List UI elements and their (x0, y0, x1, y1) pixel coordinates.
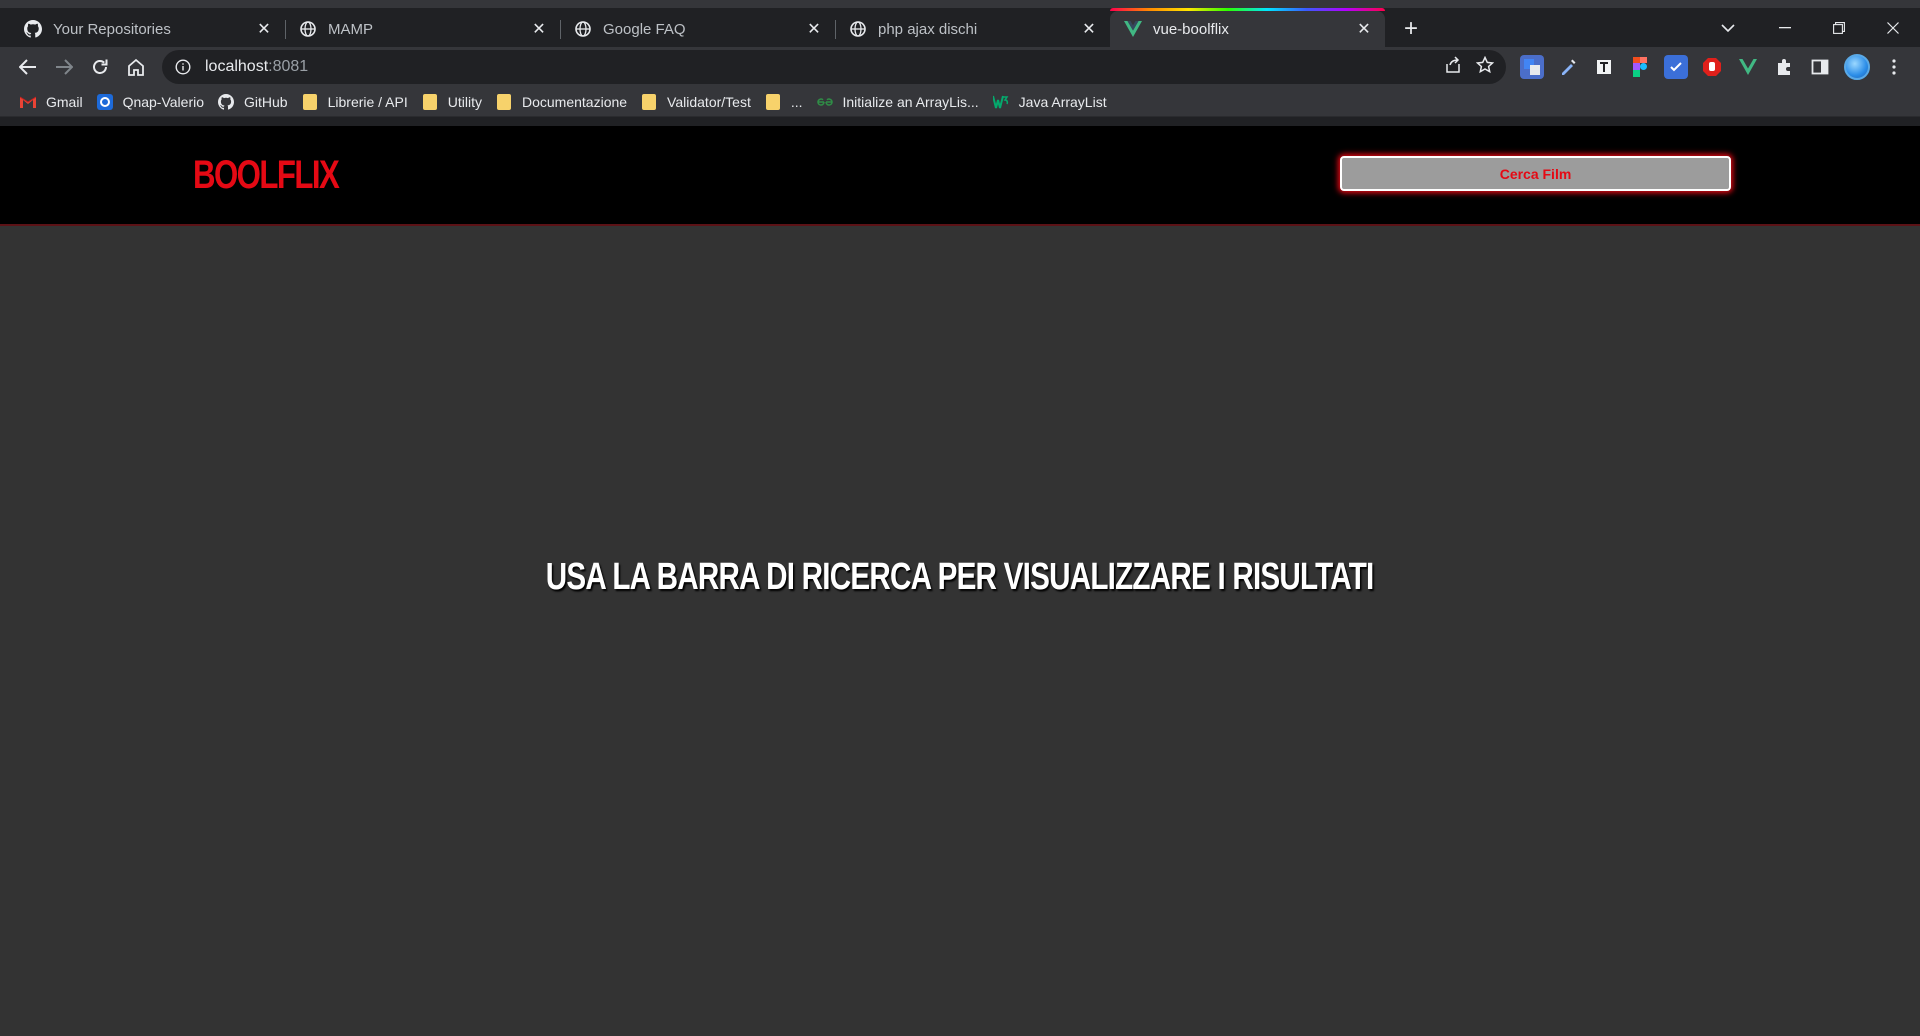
bookmark-folder-more[interactable]: ... (759, 89, 811, 115)
bookmark-label: Qnap-Valerio (122, 93, 205, 110)
bookmark-folder-documentazione[interactable]: Documentazione (490, 89, 635, 115)
bookmark-folder-utility[interactable]: Utility (416, 89, 490, 115)
github-icon (218, 93, 235, 110)
w3schools-icon (992, 94, 1009, 110)
tab-title: vue-boolflix (1153, 20, 1229, 38)
bookmark-label: Java ArrayList (1018, 93, 1107, 110)
globe-icon (299, 20, 317, 38)
bookmark-qnap[interactable]: Qnap-Valerio (91, 89, 212, 115)
search-input[interactable] (1342, 158, 1729, 189)
tab-title: Your Repositories (53, 20, 171, 38)
vue-devtools-icon[interactable] (1736, 55, 1760, 79)
browser-toolbar: localhost:8081 (0, 47, 1920, 87)
bookmark-label: ... (790, 93, 803, 110)
folder-icon (765, 93, 781, 110)
folder-icon (302, 93, 318, 110)
bookmark-label: Utility (447, 93, 482, 110)
page-content: BOOLFLIX Usa la barra di ricerca per vis… (0, 126, 1920, 1036)
chevron-down-icon[interactable] (1708, 8, 1748, 47)
bookmark-w3schools[interactable]: Java ArrayList (987, 89, 1115, 115)
bookmark-folder-librerie[interactable]: Librerie / API (296, 89, 416, 115)
profile-avatar[interactable] (1844, 54, 1870, 80)
bookmark-label: Documentazione (521, 93, 628, 110)
app-header: BOOLFLIX (0, 126, 1920, 226)
new-tab-button[interactable]: + (1393, 11, 1429, 47)
close-icon[interactable]: ✕ (255, 20, 273, 38)
folder-icon (422, 93, 438, 110)
folder-icon (496, 93, 512, 110)
window-top-edge (0, 0, 1920, 8)
github-icon (24, 20, 42, 38)
qnap-icon (96, 93, 113, 110)
bookmark-geeksforgeeks[interactable]: Initialize an ArrayLis... (811, 89, 987, 115)
tab-your-repositories[interactable]: Your Repositories ✕ (10, 11, 285, 47)
close-icon[interactable]: ✕ (805, 20, 823, 38)
tab-title: php ajax dischi (878, 20, 978, 38)
text-extension-icon[interactable] (1592, 55, 1616, 79)
search-box (1340, 156, 1731, 191)
info-icon[interactable] (174, 58, 192, 76)
tab-title: Google FAQ (603, 20, 686, 38)
side-panel-icon[interactable] (1808, 55, 1832, 79)
checklist-extension-icon[interactable] (1664, 55, 1688, 79)
tab-strip: Your Repositories ✕ MAMP ✕ Google FAQ ✕ … (0, 8, 1920, 47)
tab-google-faq[interactable]: Google FAQ ✕ (560, 11, 835, 47)
bookmark-star-icon[interactable] (1475, 55, 1495, 79)
tab-vue-boolflix[interactable]: vue-boolflix ✕ (1110, 8, 1385, 47)
globe-icon (574, 20, 592, 38)
home-button[interactable] (118, 49, 154, 85)
adblock-extension-icon[interactable] (1700, 55, 1724, 79)
vue-icon (1124, 20, 1142, 38)
extensions-area (1520, 54, 1906, 80)
window-controls (1758, 8, 1920, 47)
bookmark-label: Gmail (46, 93, 83, 110)
bookmark-label: Librerie / API (327, 93, 408, 110)
kebab-menu-icon[interactable] (1882, 55, 1906, 79)
url-host: localhost (205, 58, 269, 75)
back-button[interactable] (10, 49, 46, 85)
puzzle-extensions-icon[interactable] (1772, 55, 1796, 79)
tab-rainbow-indicator (1110, 8, 1385, 11)
url-port: :8081 (268, 58, 309, 75)
address-bar[interactable]: localhost:8081 (162, 50, 1506, 84)
close-icon[interactable]: ✕ (1080, 20, 1098, 38)
tab-php-ajax-dischi[interactable]: php ajax dischi ✕ (835, 11, 1110, 47)
close-window-button[interactable] (1866, 8, 1920, 47)
boolflix-logo[interactable]: BOOLFLIX (193, 153, 340, 198)
minimize-button[interactable] (1758, 8, 1812, 47)
color-picker-extension-icon[interactable] (1556, 55, 1580, 79)
bookmark-label: Validator/Test (667, 93, 751, 110)
figma-extension-icon[interactable] (1628, 55, 1652, 79)
bookmarks-bar: Gmail Qnap-Valerio GitHub Librerie / API… (0, 87, 1920, 117)
tab-title: MAMP (328, 20, 373, 38)
empty-state-message: Usa la barra di ricerca per visualizzare… (0, 556, 1920, 599)
tab-mamp[interactable]: MAMP ✕ (285, 11, 560, 47)
bookmark-folder-validator[interactable]: Validator/Test (635, 89, 759, 115)
share-icon[interactable] (1444, 55, 1462, 79)
restore-button[interactable] (1812, 8, 1866, 47)
folder-icon (641, 93, 657, 110)
bookmark-gmail[interactable]: Gmail (14, 89, 91, 115)
bookmark-label: Initialize an ArrayLis... (842, 93, 979, 110)
gmail-icon (20, 94, 36, 110)
geeksforgeeks-icon (816, 94, 833, 110)
bookmark-github[interactable]: GitHub (212, 89, 296, 115)
globe-icon (849, 20, 867, 38)
reload-button[interactable] (82, 49, 118, 85)
forward-button[interactable] (46, 49, 82, 85)
url-text: localhost:8081 (205, 58, 308, 76)
close-icon[interactable]: ✕ (1355, 20, 1373, 38)
close-icon[interactable]: ✕ (530, 20, 548, 38)
bookmark-label: GitHub (244, 93, 288, 110)
empty-state-text: Usa la barra di ricerca per visualizzare… (546, 556, 1375, 598)
translate-extension-icon[interactable] (1520, 55, 1544, 79)
